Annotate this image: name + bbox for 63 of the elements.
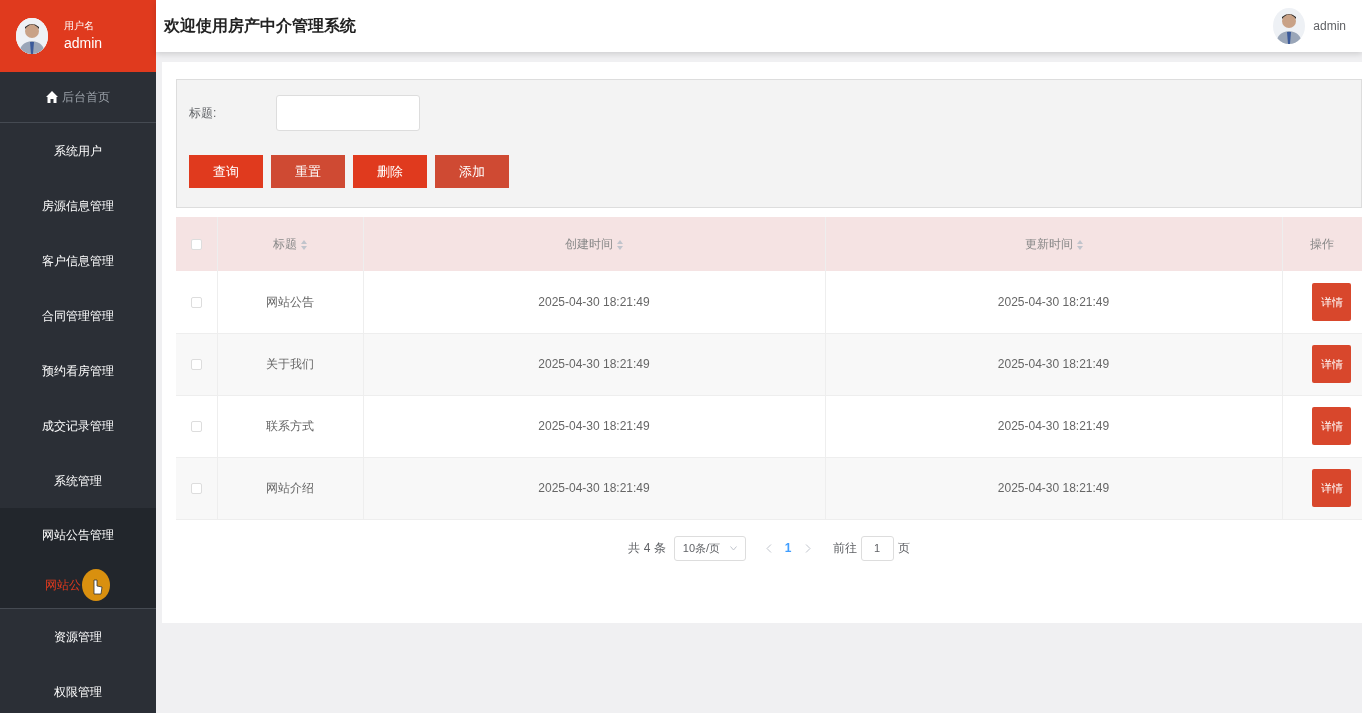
home-icon xyxy=(46,91,58,103)
column-header: 标题 xyxy=(273,237,297,251)
sidebar-item[interactable]: 预约看房管理 xyxy=(0,343,156,398)
next-page-icon[interactable] xyxy=(804,543,811,553)
row-checkbox[interactable] xyxy=(190,483,202,495)
sidebar-item[interactable]: 权限管理 xyxy=(0,664,156,713)
sidebar-item[interactable]: 资源管理 xyxy=(0,609,156,664)
avatar xyxy=(1273,8,1306,44)
sort-icon[interactable] xyxy=(301,238,307,251)
table-cell: 网站公告 xyxy=(266,294,314,309)
column-header: 操作 xyxy=(1310,237,1335,251)
previous-page-icon[interactable] xyxy=(765,543,772,553)
detail-button[interactable]: 详情 xyxy=(1312,282,1351,321)
avatar xyxy=(16,18,48,54)
detail-button[interactable]: 详情 xyxy=(1312,407,1351,445)
user-name: admin xyxy=(64,34,103,53)
column-header: 创建时间 xyxy=(565,237,613,251)
sidebar-item[interactable]: 系统管理 xyxy=(0,453,156,508)
sidebar-item[interactable]: 成交记录管理 xyxy=(0,398,156,453)
row-checkbox[interactable] xyxy=(190,421,202,433)
sidebar-item[interactable]: 网站公告管理 xyxy=(0,508,156,562)
cursor-icon xyxy=(81,568,111,602)
field-label: 标题: xyxy=(189,105,218,122)
table-cell: 2025-04-30 18:21:49 xyxy=(538,481,650,495)
sidebar-subitem[interactable]: 网站公 xyxy=(45,562,81,608)
search-field[interactable] xyxy=(276,95,420,131)
column-header: 更新时间 xyxy=(1024,237,1073,251)
table-cell: 联系方式 xyxy=(266,419,314,433)
sidebar-item[interactable]: 房源信息管理 xyxy=(0,178,156,233)
detail-button[interactable]: 详情 xyxy=(1312,345,1351,383)
menu-label: 后台首页 xyxy=(62,89,110,106)
sort-icon[interactable] xyxy=(617,238,623,251)
table-cell: 2025-04-30 18:21:49 xyxy=(538,419,650,433)
total-count: 共 4 条 xyxy=(628,540,666,557)
caret-icon xyxy=(729,545,737,551)
sort-icon[interactable] xyxy=(1076,238,1083,251)
goto-label: 前往 xyxy=(832,540,857,557)
table-cell: 2025-04-30 18:21:49 xyxy=(997,481,1110,495)
user-label: 用户名 xyxy=(64,19,95,33)
table-cell: 2025-04-30 18:21:49 xyxy=(538,357,650,371)
detail-button[interactable]: 详情 xyxy=(1312,469,1351,507)
page-input[interactable]: 1 xyxy=(860,535,894,561)
table-cell: 关于我们 xyxy=(266,357,314,371)
table-cell: 2025-04-30 18:21:49 xyxy=(997,294,1110,309)
table-cell: 2025-04-30 18:21:49 xyxy=(997,357,1110,371)
action-button[interactable]: 删除 xyxy=(353,155,427,188)
action-button[interactable]: 查询 xyxy=(189,155,263,188)
page-title: 欢迎使用房产中介管理系统 xyxy=(164,16,356,36)
action-button[interactable]: 添加 xyxy=(435,155,509,188)
page-size-select[interactable]: 10条/页 xyxy=(673,535,746,561)
sidebar-item[interactable]: 合同管理管理 xyxy=(0,288,156,343)
table-cell: 网站介绍 xyxy=(266,481,314,495)
row-checkbox[interactable] xyxy=(190,359,202,371)
row-checkbox[interactable] xyxy=(190,297,202,309)
sidebar-item[interactable]: 系统用户 xyxy=(0,123,156,178)
home-menu-item[interactable]: 后台首页 xyxy=(0,72,156,123)
action-button[interactable]: 重置 xyxy=(271,155,345,188)
user-name: admin xyxy=(1313,18,1346,35)
goto-suffix: 页 xyxy=(897,540,910,557)
table-cell: 2025-04-30 18:21:49 xyxy=(997,419,1110,433)
select-all-checkbox[interactable] xyxy=(190,239,202,251)
table-cell: 2025-04-30 18:21:49 xyxy=(538,294,650,309)
sidebar-item[interactable]: 客户信息管理 xyxy=(0,233,156,288)
